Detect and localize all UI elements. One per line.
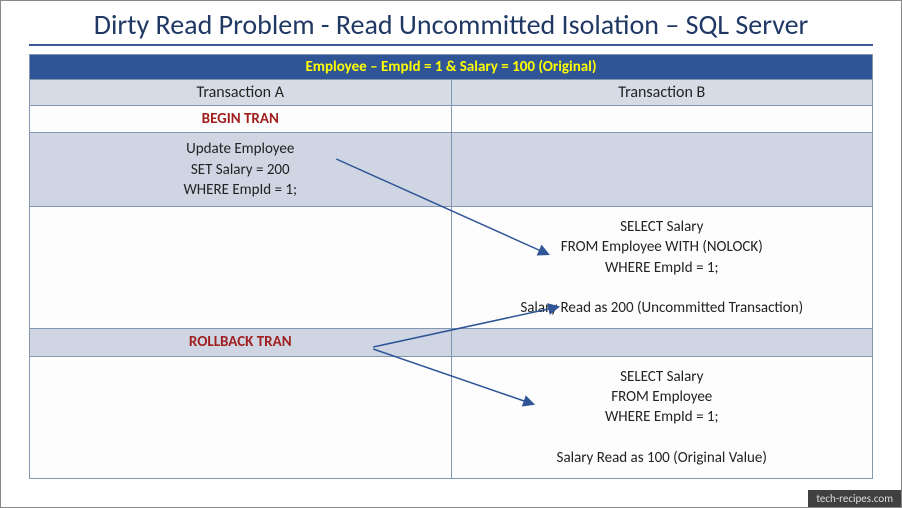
page-title: Dirty Read Problem - Read Uncommitted Is… — [1, 1, 901, 44]
rollback-tran: ROLLBACK TRAN — [189, 333, 292, 351]
r3-b: SELECT SalaryFROM Employee WITH (NOLOCK)… — [451, 207, 873, 329]
r4-a: ROLLBACK TRAN — [30, 329, 452, 356]
r2-b — [451, 133, 873, 207]
r3-a — [30, 207, 452, 329]
r1-a: BEGIN TRAN — [30, 106, 452, 133]
r4-b — [451, 329, 873, 356]
begin-tran: BEGIN TRAN — [202, 110, 279, 128]
col-b-header: Transaction B — [451, 80, 873, 106]
col-a-header: Transaction A — [30, 80, 452, 106]
r1-b — [451, 106, 873, 133]
r5-a — [30, 356, 452, 478]
footer-credit: tech-recipes.com — [808, 490, 901, 507]
diagram-table: Employee – EmpId = 1 & Salary = 100 (Ori… — [29, 54, 873, 479]
r5-b: SELECT SalaryFROM EmployeeWHERE EmpId = … — [451, 356, 873, 478]
title-underline — [29, 44, 873, 46]
r2-a: Update EmployeeSET Salary = 200WHERE Emp… — [30, 133, 452, 207]
banner-row: Employee – EmpId = 1 & Salary = 100 (Ori… — [30, 55, 873, 80]
